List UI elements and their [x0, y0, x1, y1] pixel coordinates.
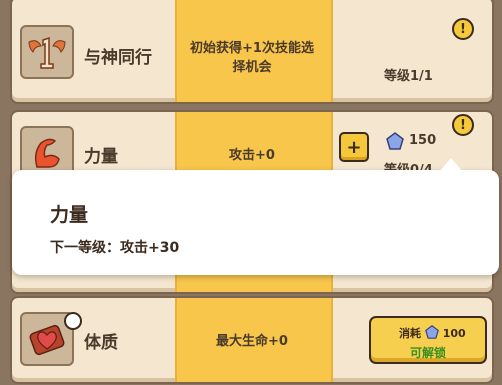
- skill-card-constitution[interactable]: 体质 最大生命+0 消耗 100 可解锁: [10, 296, 494, 384]
- unlock-label: 可解锁: [409, 346, 446, 360]
- upgrade-plus-button[interactable]: +: [339, 132, 369, 162]
- skill-card-walk-with-god[interactable]: 与神同行 初始获得+1次技能选 择机会 ! 等级1/1: [10, 0, 494, 104]
- unlock-column: 消耗 100 可解锁: [329, 298, 492, 382]
- unlock-cost-value: 100: [442, 327, 466, 340]
- upgrade-cost: 150: [409, 133, 437, 148]
- gem-icon: [424, 325, 439, 339]
- level-text: 等级1/1: [384, 69, 433, 84]
- tooltip-title: 力量: [50, 204, 89, 226]
- gem-icon: [386, 132, 404, 150]
- skill-panel: 与神同行 初始获得+1次技能选 择机会 ! 等级1/1 力量 攻击+0 + 15…: [0, 0, 502, 385]
- skill-effect: 最大生命+0: [216, 334, 288, 349]
- level-column: ! 等级1/1: [329, 0, 492, 102]
- skill-name: 与神同行: [84, 48, 152, 68]
- unlock-cost-label: 消耗: [399, 327, 421, 340]
- skill-effect-line-1: 初始获得+1次技能选: [190, 41, 314, 56]
- skill-effect: 初始获得+1次技能选 择机会: [175, 39, 329, 77]
- tooltip-pointer: [439, 158, 463, 172]
- skill-name: 力量: [84, 147, 118, 167]
- skill-name: 体质: [84, 333, 118, 353]
- alert-icon[interactable]: !: [452, 18, 474, 40]
- alert-icon[interactable]: !: [452, 114, 474, 136]
- skill-effect: 攻击+0: [229, 148, 275, 163]
- tooltip-description: 下一等级：攻击+30: [50, 240, 180, 256]
- unlock-button[interactable]: 消耗 100 可解锁: [369, 316, 487, 364]
- winged-one-icon: [20, 25, 74, 79]
- skill-tooltip: 力量 下一等级：攻击+30: [12, 158, 499, 275]
- skill-effect-line-2: 择机会: [232, 60, 272, 75]
- unlock-cost: 消耗 100: [399, 325, 466, 341]
- lock-icon: [64, 312, 82, 330]
